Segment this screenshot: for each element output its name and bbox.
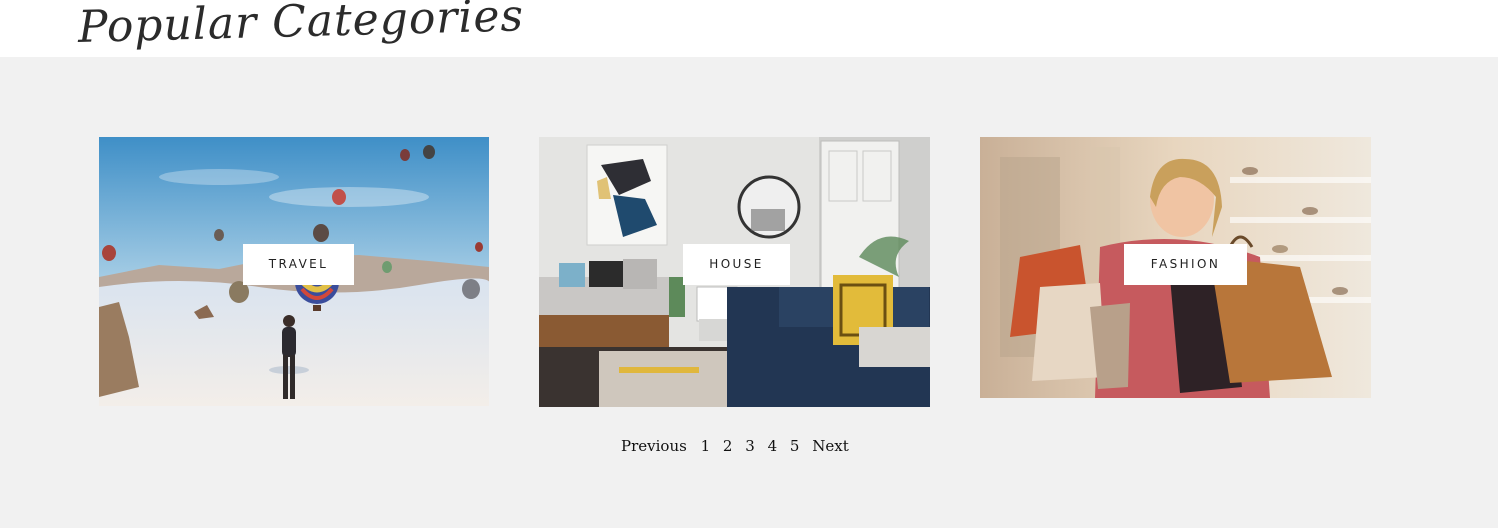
page-link-2[interactable]: 2 xyxy=(723,437,733,455)
category-label-house: HOUSE xyxy=(683,244,790,285)
page-link-3[interactable]: 3 xyxy=(745,437,755,455)
category-label-fashion: FASHION xyxy=(1124,244,1247,285)
category-card-fashion[interactable]: FASHION xyxy=(980,137,1371,398)
page-link-5[interactable]: 5 xyxy=(790,437,800,455)
pagination: Previous 1 2 3 4 5 Next xyxy=(621,437,858,455)
category-label-travel: TRAVEL xyxy=(243,244,354,285)
category-card-travel[interactable]: TRAVEL xyxy=(99,137,489,406)
next-link[interactable]: Next xyxy=(812,437,849,455)
category-card-house[interactable]: HOUSE xyxy=(539,137,930,407)
page-link-4[interactable]: 4 xyxy=(768,437,778,455)
page-link-1[interactable]: 1 xyxy=(701,437,711,455)
previous-link[interactable]: Previous xyxy=(621,437,687,455)
section-title: Popular Categories xyxy=(77,0,525,53)
